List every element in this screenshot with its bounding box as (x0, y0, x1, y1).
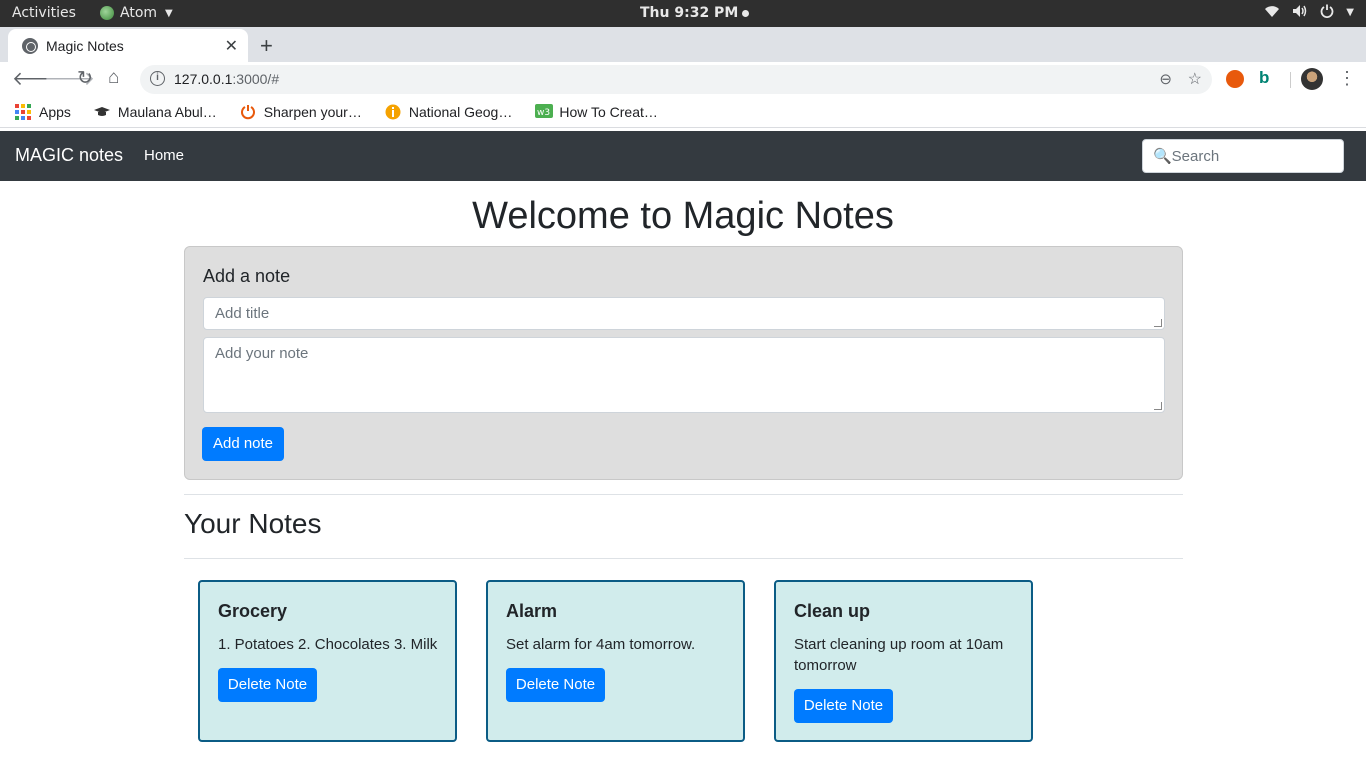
bing-extension-icon[interactable]: b (1259, 68, 1277, 87)
app-menu-label: Atom (120, 5, 158, 21)
bookmark-label: National Geog… (408, 103, 513, 120)
add-note-card: Add a note Add title Add your note Add n… (184, 246, 1183, 480)
note-title-input[interactable]: Add title (203, 297, 1165, 330)
search-input[interactable]: 🔍Search (1142, 139, 1344, 173)
toolbar-divider (1290, 72, 1291, 88)
app-menu[interactable]: Atom ▼ (100, 5, 173, 21)
delete-note-button[interactable]: Delete Note (506, 668, 605, 702)
caret-down-icon: ▼ (165, 7, 173, 19)
resize-handle-icon[interactable] (1154, 319, 1162, 327)
note-title: Alarm (506, 601, 558, 621)
note-body: Start cleaning up room at 10am tomorrow (794, 636, 1004, 674)
home-icon[interactable]: ⌂ (108, 67, 119, 89)
menu-dots-icon[interactable]: ⋮ (1338, 68, 1356, 89)
w3-icon: w3 (535, 103, 554, 120)
wifi-icon (1264, 4, 1280, 22)
url-path: :3000/# (232, 71, 280, 87)
note-card: Grocery 1. Potatoes 2. Chocolates 3. Mil… (198, 580, 457, 742)
address-bar[interactable]: i 127.0.0.1:3000/# ⊖ ☆ (140, 65, 1212, 94)
url-host: 127.0.0.1 (174, 71, 233, 87)
system-tray[interactable]: ▼ (1264, 4, 1354, 22)
bookmark-natgeo[interactable]: National Geog… (385, 103, 513, 120)
note-text-placeholder: Add your note (215, 345, 309, 362)
power-icon (1320, 4, 1334, 22)
delete-note-button[interactable]: Delete Note (218, 668, 317, 702)
globe-icon (22, 37, 38, 54)
divider (184, 494, 1183, 495)
tab-title: Magic Notes (46, 37, 124, 54)
note-body: 1. Potatoes 2. Chocolates 3. Milk (218, 636, 438, 653)
note-body: Set alarm for 4am tomorrow. (506, 636, 696, 653)
bookmark-apps[interactable]: Apps (15, 103, 71, 120)
clock[interactable]: Thu 9:32 PM (640, 5, 750, 21)
graduation-cap-icon (93, 104, 110, 120)
page-title: Welcome to Magic Notes (472, 195, 894, 237)
bookmark-w3[interactable]: w3 How To Creat… (535, 103, 658, 120)
note-card: Alarm Set alarm for 4am tomorrow. Delete… (486, 580, 745, 742)
svg-text:w3: w3 (537, 108, 550, 118)
your-notes-heading: Your Notes (184, 508, 322, 539)
bookmark-star-icon[interactable]: ☆ (1188, 69, 1202, 89)
clock-label: Thu 9:32 PM (640, 5, 739, 21)
profile-avatar[interactable] (1301, 68, 1323, 90)
note-title: Grocery (218, 601, 288, 621)
info-icon[interactable]: i (150, 71, 165, 86)
info-icon (385, 104, 401, 120)
notification-dot-icon (742, 9, 750, 17)
note-title-placeholder: Add title (215, 305, 270, 322)
zoom-icon[interactable]: ⊖ (1159, 70, 1172, 88)
browser-toolbar: 🡐 🡒 ↻ ⌂ i 127.0.0.1:3000/# ⊖ ☆ b ⋮ (0, 62, 1366, 96)
atom-icon (100, 6, 114, 20)
volume-icon (1292, 4, 1308, 22)
apps-grid-icon (15, 103, 31, 120)
tab-strip: Magic Notes ✕ + (0, 27, 1366, 62)
nav-home-link[interactable]: Home (144, 147, 184, 164)
bookmark-label: Maulana Abul… (117, 103, 217, 120)
power-icon (240, 104, 256, 120)
bookmark-label: How To Creat… (559, 103, 658, 120)
bookmarks-bar: Apps Maulana Abul… Sharpen your… Nationa… (0, 96, 1366, 128)
bookmark-maulana[interactable]: Maulana Abul… (93, 103, 217, 120)
app-navbar: MAGIC notes Home 🔍Search (0, 131, 1366, 181)
close-icon[interactable]: ✕ (225, 36, 238, 56)
add-note-heading: Add a note (203, 266, 291, 286)
bookmark-sharpen[interactable]: Sharpen your… (240, 104, 362, 120)
tab-magic-notes[interactable]: Magic Notes ✕ (8, 29, 248, 62)
caret-down-icon: ▼ (1346, 7, 1354, 18)
bookmark-label: Apps (39, 103, 71, 120)
search-placeholder: 🔍Search (1153, 148, 1220, 165)
divider (184, 558, 1183, 559)
navbar-brand[interactable]: MAGIC notes (15, 145, 123, 166)
resize-handle-icon[interactable] (1154, 402, 1162, 410)
add-note-button[interactable]: Add note (202, 427, 284, 461)
url-text[interactable]: 127.0.0.1:3000/# (174, 71, 279, 87)
system-top-bar: Activities Atom ▼ Thu 9:32 PM ▼ (0, 0, 1366, 27)
new-tab-button[interactable]: + (260, 33, 273, 59)
activities-button[interactable]: Activities (12, 5, 76, 21)
note-title: Clean up (794, 601, 871, 621)
note-text-input[interactable]: Add your note (203, 337, 1165, 413)
fire-extension-icon[interactable] (1226, 70, 1244, 88)
reload-icon[interactable]: ↻ (77, 67, 93, 90)
delete-note-button[interactable]: Delete Note (794, 689, 893, 723)
bookmark-label: Sharpen your… (263, 103, 362, 120)
note-card: Clean up Start cleaning up room at 10am … (774, 580, 1033, 742)
